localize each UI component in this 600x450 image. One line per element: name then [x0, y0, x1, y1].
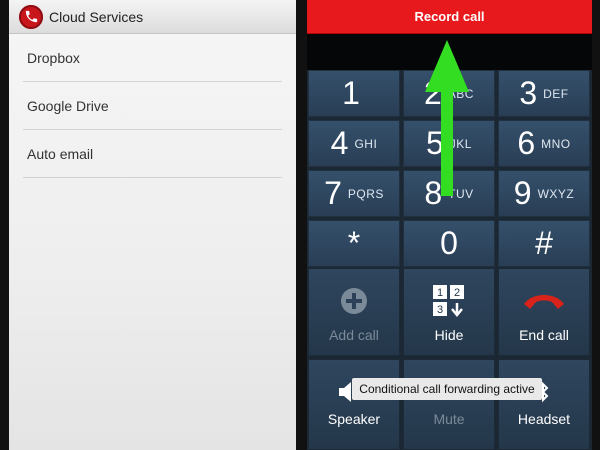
key-star[interactable]: * — [308, 220, 400, 267]
key-letters: MNO — [541, 136, 571, 151]
service-list: Dropbox Google Drive Auto email — [9, 34, 296, 178]
add-call-button[interactable]: Add call — [308, 268, 400, 356]
up-arrow-icon — [425, 40, 469, 201]
mute-label: Mute — [433, 411, 465, 427]
keypad-icon-digit: 1 — [437, 287, 443, 299]
key-digit: 9 — [513, 175, 532, 211]
call-actions: Add call 1 2 3 Hide End call — [307, 268, 592, 356]
panel-header: Cloud Services — [9, 0, 296, 34]
keypad-icon-digit: 2 — [454, 287, 460, 299]
key-hash[interactable]: # — [498, 220, 590, 267]
key-digit: 3 — [519, 75, 538, 111]
key-digit: * — [347, 225, 361, 261]
key-4[interactable]: 4 GHI — [308, 120, 400, 167]
list-item-auto-email[interactable]: Auto email — [23, 130, 282, 178]
forwarding-toast: Conditional call forwarding active — [352, 378, 542, 400]
speaker-label: Speaker — [327, 411, 381, 427]
keypad-icon: 1 2 3 — [432, 281, 466, 321]
page-title: Cloud Services — [49, 8, 144, 25]
end-call-label: End call — [519, 327, 569, 343]
key-0[interactable]: 0 — [403, 220, 495, 267]
key-letters: DEF — [543, 86, 569, 101]
key-9[interactable]: 9 WXYZ — [498, 170, 590, 217]
key-1[interactable]: 1 — [308, 70, 400, 117]
end-call-button[interactable]: End call — [498, 268, 590, 356]
key-letters: WXYZ — [537, 186, 575, 201]
key-digit: 7 — [324, 175, 342, 211]
key-digit: 6 — [517, 125, 536, 161]
cloud-services-panel: Cloud Services Dropbox Google Drive Auto… — [9, 0, 296, 450]
headset-label: Headset — [517, 411, 571, 427]
phone-app-icon — [19, 4, 43, 29]
record-call-button[interactable]: Record call — [307, 0, 592, 34]
hide-label: Hide — [434, 327, 464, 343]
keypad-icon-digit: 3 — [437, 304, 443, 316]
key-letters: GHI — [354, 136, 378, 151]
key-digit: 1 — [342, 75, 360, 111]
add-call-icon — [339, 281, 369, 321]
key-digit: # — [535, 225, 553, 261]
list-item-dropbox[interactable]: Dropbox — [23, 34, 282, 82]
list-item-google-drive[interactable]: Google Drive — [23, 82, 282, 130]
key-letters: PQRS — [347, 186, 384, 201]
mute-button[interactable]: Mute — [403, 359, 495, 450]
key-3[interactable]: 3 DEF — [498, 70, 590, 117]
key-7[interactable]: 7 PQRS — [308, 170, 400, 217]
key-digit: 4 — [330, 125, 349, 161]
add-call-label: Add call — [329, 327, 379, 343]
end-call-icon — [522, 281, 566, 321]
key-6[interactable]: 6 MNO — [498, 120, 590, 167]
key-digit: 0 — [440, 225, 458, 261]
hide-keypad-button[interactable]: 1 2 3 Hide — [403, 268, 495, 356]
